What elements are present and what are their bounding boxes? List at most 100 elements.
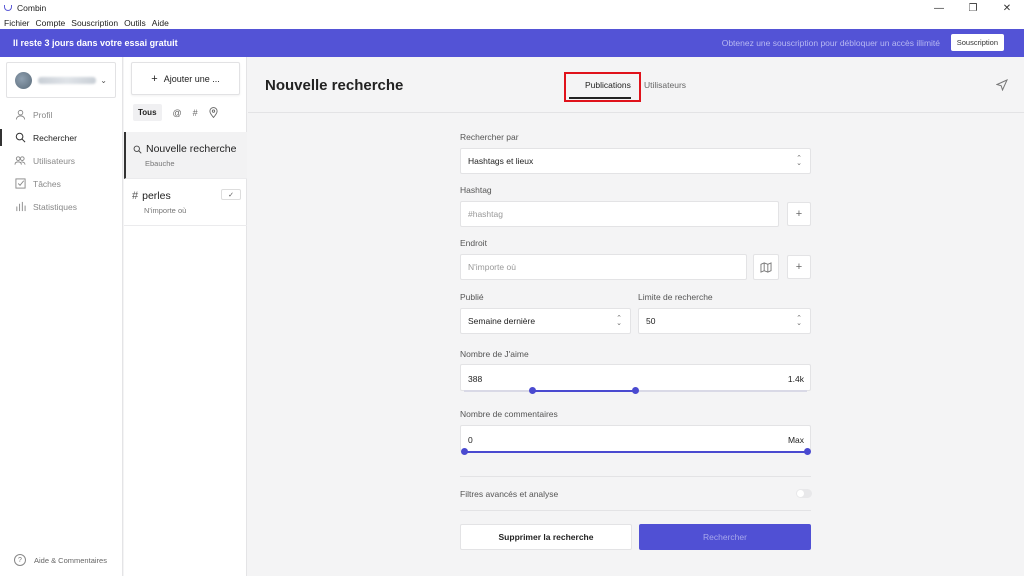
help-feedback-link[interactable]: ? Aide & Commentaires xyxy=(14,554,107,566)
add-search-label: Ajouter une ... xyxy=(163,73,220,84)
menu-souscription[interactable]: Souscription xyxy=(71,18,118,28)
map-button[interactable] xyxy=(753,254,779,280)
app-logo-icon xyxy=(4,5,12,11)
likes-min-handle[interactable] xyxy=(529,387,537,394)
maximize-button[interactable]: ❐ xyxy=(956,0,990,16)
delete-search-button[interactable]: Supprimer la recherche xyxy=(460,524,632,550)
limit-select[interactable]: 50 ⌃ ⌄ xyxy=(638,308,811,334)
sidebar: ⌄ Profil Rechercher Utilisateurs Tâches xyxy=(0,57,123,576)
plus-icon: + xyxy=(795,261,803,273)
search-filters: Tous @ # xyxy=(133,104,229,121)
sidebar-nav: Profil Rechercher Utilisateurs Tâches St… xyxy=(0,103,123,218)
hashtag-placeholder: #hashtag xyxy=(468,209,503,219)
sidebar-item-statistiques[interactable]: Statistiques xyxy=(0,195,123,218)
avatar xyxy=(15,71,32,89)
user-icon xyxy=(14,109,26,121)
likes-label: Nombre de J'aime xyxy=(460,349,529,359)
published-value: Semaine dernière xyxy=(468,316,536,326)
comments-min-handle[interactable] xyxy=(460,448,468,455)
search-item-perles[interactable]: # perles N'importe où ✓ xyxy=(124,179,247,226)
comments-max-handle[interactable] xyxy=(803,448,811,455)
search-by-label: Rechercher par xyxy=(460,132,519,142)
check-icon[interactable]: ✓ xyxy=(221,189,241,200)
limit-value: 50 xyxy=(646,316,656,326)
help-label: Aide & Commentaires xyxy=(34,555,107,565)
subscription-promo: Obtenez une souscription pour débloquer … xyxy=(721,38,940,48)
comments-max-value: Max xyxy=(787,435,804,445)
minimize-button[interactable]: — xyxy=(922,0,956,16)
users-icon xyxy=(14,155,26,167)
search-button[interactable]: Rechercher xyxy=(639,524,811,550)
tab-users[interactable]: Utilisateurs xyxy=(644,80,686,90)
divider xyxy=(460,476,811,477)
map-icon xyxy=(760,261,772,273)
hashtag-label: Hashtag xyxy=(460,185,492,195)
search-item-title: Nouvelle recherche xyxy=(146,143,237,155)
place-input[interactable]: N'importe où xyxy=(460,254,747,280)
sidebar-item-label: Rechercher xyxy=(33,132,77,143)
page-title: Nouvelle recherche xyxy=(265,77,404,94)
filter-location[interactable] xyxy=(209,104,218,121)
comments-label: Nombre de commentaires xyxy=(460,409,558,419)
search-item-subtitle: Ebauche xyxy=(145,159,175,168)
menu-aide[interactable]: Aide xyxy=(152,18,169,28)
sidebar-item-label: Profil xyxy=(33,109,53,120)
updown-chevron-icon: ⌃ ⌄ xyxy=(796,315,802,327)
location-pin-icon xyxy=(209,107,218,118)
close-button[interactable]: ✕ xyxy=(990,0,1024,16)
search-item-title: perles xyxy=(142,190,171,202)
likes-min-value: 388 xyxy=(468,374,483,384)
searches-panel: + Ajouter une ... Tous @ # Nouvelle rech… xyxy=(124,57,247,576)
sidebar-item-label: Utilisateurs xyxy=(33,155,76,166)
send-icon[interactable] xyxy=(995,79,1008,93)
filter-hashtag[interactable]: # xyxy=(193,104,198,121)
account-name-blurred xyxy=(38,76,96,84)
subscribe-button[interactable]: Souscription xyxy=(950,34,1004,51)
menu-fichier[interactable]: Fichier xyxy=(4,18,30,28)
published-label: Publié xyxy=(460,292,484,302)
limit-label: Limite de recherche xyxy=(638,292,713,302)
likes-track-fill xyxy=(532,390,636,392)
divider xyxy=(460,510,811,511)
sidebar-item-rechercher[interactable]: Rechercher xyxy=(0,126,123,149)
plus-icon: + xyxy=(151,72,158,85)
trial-banner: Il reste 3 jours dans votre essai gratui… xyxy=(0,29,1024,57)
menu-outils[interactable]: Outils xyxy=(124,18,146,28)
menu-compte[interactable]: Compte xyxy=(36,18,66,28)
question-icon: ? xyxy=(14,554,26,566)
sidebar-item-label: Statistiques xyxy=(33,201,77,212)
place-label: Endroit xyxy=(460,238,487,248)
sidebar-item-taches[interactable]: Tâches xyxy=(0,172,123,195)
window-title: Combin xyxy=(17,3,47,13)
sidebar-item-profil[interactable]: Profil xyxy=(0,103,123,126)
add-place-button[interactable]: + xyxy=(787,255,811,279)
advanced-filters-label: Filtres avancés et analyse xyxy=(460,489,559,499)
advanced-filters-toggle[interactable] xyxy=(796,489,812,498)
account-selector[interactable]: ⌄ xyxy=(6,62,116,98)
filter-all[interactable]: Tous xyxy=(133,104,162,121)
chevron-down-icon: ⌄ xyxy=(100,75,107,85)
comments-slider[interactable]: 0 Max xyxy=(460,425,811,452)
published-select[interactable]: Semaine dernière ⌃ ⌄ xyxy=(460,308,631,334)
title-bar: Combin — ❐ ✕ xyxy=(0,0,1024,16)
updown-chevron-icon: ⌃ ⌄ xyxy=(616,315,622,327)
tasks-icon xyxy=(14,178,26,190)
stats-icon xyxy=(14,201,26,213)
updown-chevron-icon: ⌃ ⌄ xyxy=(796,155,802,167)
add-search-button[interactable]: + Ajouter une ... xyxy=(131,62,240,95)
likes-max-handle[interactable] xyxy=(632,387,639,394)
search-item-nouvelle[interactable]: Nouvelle recherche Ebauche xyxy=(124,132,247,179)
place-placeholder: N'importe où xyxy=(468,262,516,272)
likes-max-value: 1.4k xyxy=(787,374,804,384)
hashtag-input[interactable]: #hashtag xyxy=(460,201,779,227)
sidebar-item-utilisateurs[interactable]: Utilisateurs xyxy=(0,149,123,172)
comments-min-value: 0 xyxy=(468,435,473,445)
highlight-box xyxy=(564,72,641,102)
add-hashtag-button[interactable]: + xyxy=(787,202,811,226)
main-panel: Nouvelle recherche Publications Utilisat… xyxy=(248,57,1024,576)
filter-mention[interactable]: @ xyxy=(173,104,182,121)
search-icon xyxy=(14,132,26,144)
search-by-select[interactable]: Hashtags et lieux ⌃ ⌄ xyxy=(460,148,811,174)
sidebar-item-label: Tâches xyxy=(33,178,61,189)
main-header: Nouvelle recherche Publications Utilisat… xyxy=(248,57,1024,113)
